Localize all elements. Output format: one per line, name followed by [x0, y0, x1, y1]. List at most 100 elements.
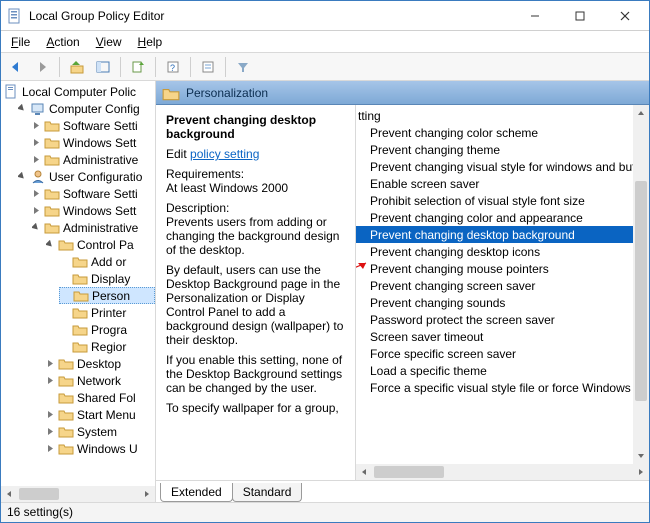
show-hide-tree-button[interactable] — [92, 56, 114, 78]
setting-row[interactable]: Enable screen saver — [356, 175, 649, 192]
collapse-icon[interactable] — [45, 239, 56, 250]
menu-help-label: elp — [146, 35, 162, 49]
menu-action[interactable]: Action — [40, 33, 85, 51]
export-button[interactable] — [127, 56, 149, 78]
tree-item[interactable]: Add or — [59, 253, 155, 270]
tree-item[interactable]: Shared Fol — [45, 389, 155, 406]
tree-label: Progra — [91, 322, 127, 338]
tree-item[interactable]: Display — [59, 270, 155, 287]
setting-row[interactable]: Prevent changing sounds — [356, 294, 649, 311]
refresh-button[interactable]: ? — [162, 56, 184, 78]
expand-icon[interactable] — [45, 409, 56, 420]
expand-icon[interactable] — [45, 443, 56, 454]
tab-standard[interactable]: Standard — [232, 483, 303, 502]
setting-row[interactable]: Prevent changing desktop background — [356, 226, 649, 243]
list-v-scrollbar[interactable] — [633, 105, 649, 464]
collapse-icon[interactable] — [31, 222, 42, 233]
toolbar-separator — [59, 57, 60, 77]
tree-label: Software Setti — [63, 186, 138, 202]
tree-item[interactable]: Start Menu — [45, 406, 155, 423]
minimize-button[interactable] — [512, 2, 557, 30]
menu-view-label: iew — [104, 35, 122, 49]
back-button[interactable] — [5, 56, 27, 78]
tree-item[interactable]: Administrative — [31, 219, 155, 236]
setting-row[interactable]: Prevent changing color and appearance — [356, 209, 649, 226]
collapse-icon[interactable] — [17, 171, 28, 182]
edit-policy-link[interactable]: policy setting — [190, 147, 259, 161]
setting-row[interactable]: Prevent changing mouse pointers — [356, 260, 649, 277]
setting-row[interactable]: Screen saver timeout — [356, 328, 649, 345]
setting-row[interactable]: tting — [356, 107, 649, 124]
list-h-scrollbar[interactable] — [356, 464, 649, 480]
tree-item[interactable]: Desktop — [45, 355, 155, 372]
expand-icon[interactable] — [31, 205, 42, 216]
tree-item[interactable]: Network — [45, 372, 155, 389]
expand-icon[interactable] — [45, 358, 56, 369]
expand-icon[interactable] — [31, 137, 42, 148]
view-tabs: Extended Standard — [156, 480, 649, 502]
scroll-left-icon[interactable] — [1, 486, 17, 502]
setting-title: Prevent changing desktop background — [166, 113, 345, 141]
tab-extended[interactable]: Extended — [160, 483, 233, 502]
setting-row[interactable]: Prevent changing screen saver — [356, 277, 649, 294]
scroll-left-icon[interactable] — [356, 464, 372, 480]
folder-icon — [162, 85, 180, 101]
requirements-value: At least Windows 2000 — [166, 181, 288, 195]
expand-icon[interactable] — [45, 426, 56, 437]
settings-list[interactable]: ttingPrevent changing color schemePreven… — [356, 105, 649, 398]
tree-item[interactable]: Printer — [59, 304, 155, 321]
menu-help[interactable]: Help — [132, 33, 169, 51]
tree-label: Control Pa — [77, 237, 134, 253]
tree-item[interactable]: Windows Sett — [31, 202, 155, 219]
tree-item[interactable]: Windows U — [45, 440, 155, 457]
setting-row[interactable]: Prevent changing theme — [356, 141, 649, 158]
tree-item-personalization[interactable]: Person — [59, 287, 155, 304]
tree-h-scrollbar[interactable] — [1, 486, 155, 502]
tree-item[interactable]: Progra — [59, 321, 155, 338]
tree-label: Windows Sett — [63, 203, 136, 219]
close-button[interactable] — [602, 2, 647, 30]
scroll-thumb[interactable] — [374, 466, 444, 478]
tree-item[interactable]: Software Setti — [31, 117, 155, 134]
scroll-thumb[interactable] — [19, 488, 59, 500]
expand-icon[interactable] — [31, 154, 42, 165]
policy-tree[interactable]: Local Computer Polic Computer Config — [1, 81, 155, 459]
filter-button[interactable] — [232, 56, 254, 78]
scroll-thumb[interactable] — [635, 181, 647, 401]
header-title: Personalization — [186, 86, 268, 100]
tree-root[interactable]: Local Computer Polic — [3, 83, 155, 100]
menu-bar: File Action View Help — [1, 31, 649, 53]
tree-item[interactable]: System — [45, 423, 155, 440]
setting-row[interactable]: Password protect the screen saver — [356, 311, 649, 328]
scroll-right-icon[interactable] — [633, 464, 649, 480]
description-text: By default, users can use the Desktop Ba… — [166, 263, 345, 347]
setting-row[interactable]: Load a specific theme — [356, 362, 649, 379]
scroll-down-icon[interactable] — [633, 448, 649, 464]
tree-computer-config[interactable]: Computer Config — [17, 100, 155, 117]
collapse-icon[interactable] — [17, 103, 28, 114]
up-button[interactable] — [66, 56, 88, 78]
forward-button[interactable] — [31, 56, 53, 78]
expand-icon[interactable] — [31, 120, 42, 131]
setting-row[interactable]: Prohibit selection of visual style font … — [356, 192, 649, 209]
menu-file[interactable]: File — [5, 33, 36, 51]
tree-item[interactable]: Administrative — [31, 151, 155, 168]
scroll-up-icon[interactable] — [633, 105, 649, 121]
tree-user-config[interactable]: User Configuratio — [17, 168, 155, 185]
setting-row[interactable]: Prevent changing visual style for window… — [356, 158, 649, 175]
setting-row[interactable]: Force a specific visual style file or fo… — [356, 379, 649, 396]
scroll-right-icon[interactable] — [139, 486, 155, 502]
expand-icon[interactable] — [45, 375, 56, 386]
tree-item[interactable]: Windows Sett — [31, 134, 155, 151]
expand-icon[interactable] — [31, 188, 42, 199]
setting-row[interactable]: Prevent changing color scheme — [356, 124, 649, 141]
tree-item[interactable]: Software Setti — [31, 185, 155, 202]
menu-view[interactable]: View — [90, 33, 128, 51]
properties-button[interactable] — [197, 56, 219, 78]
tree-label: User Configuratio — [49, 169, 142, 185]
tree-control-panel[interactable]: Control Pa — [45, 236, 155, 253]
maximize-button[interactable] — [557, 2, 602, 30]
setting-row[interactable]: Force specific screen saver — [356, 345, 649, 362]
tree-item[interactable]: Regior — [59, 338, 155, 355]
setting-row[interactable]: Prevent changing desktop icons — [356, 243, 649, 260]
